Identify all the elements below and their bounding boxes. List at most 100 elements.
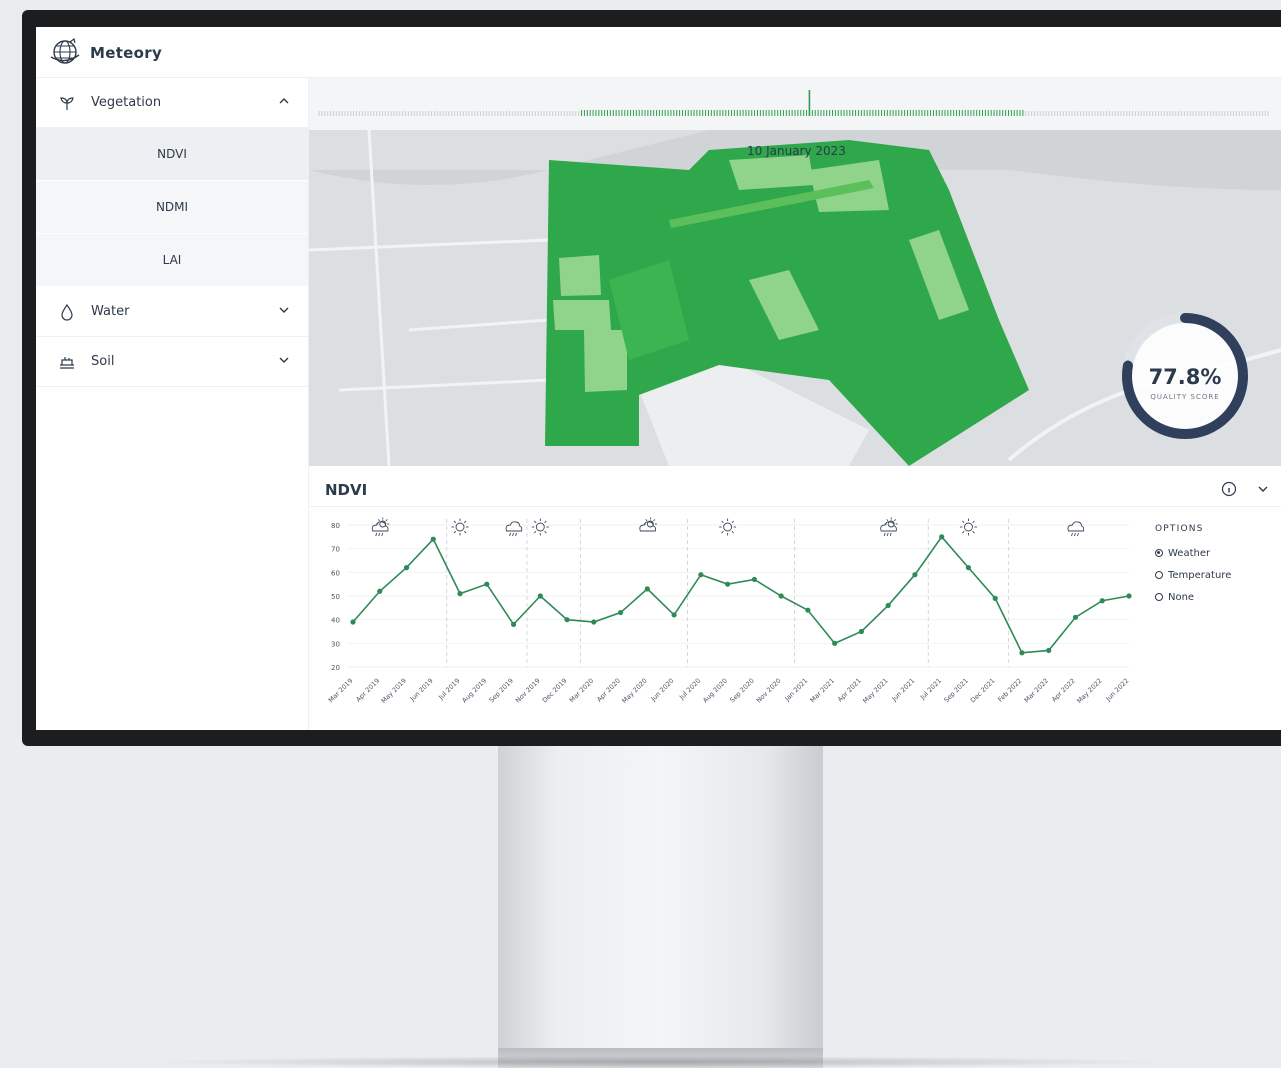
stand-shadow xyxy=(140,1056,1180,1068)
sun-icon xyxy=(959,518,977,536)
monitor-stand xyxy=(498,746,823,1068)
map-date-label: 10 January 2023 xyxy=(747,144,846,158)
ndvi-point[interactable] xyxy=(644,586,650,592)
ndvi-line-chart[interactable]: 20304050607080Mar 2019 Apr 2019May 2019 Ju… xyxy=(309,507,1139,730)
x-tick-label: Jun 2020 xyxy=(649,677,676,704)
ndvi-point[interactable] xyxy=(457,591,463,597)
sidebar-section-soil[interactable]: Soil xyxy=(36,337,308,387)
sidebar-section-water[interactable]: Water xyxy=(36,287,308,337)
ndvi-panel: NDVI 20 30 40 50 60 70 80 Mar 2019 Apr 2019 May 2… xyxy=(309,466,1281,730)
ndvi-point[interactable] xyxy=(1126,593,1132,599)
ndvi-point[interactable] xyxy=(1072,614,1079,620)
partly-cloudy-icon xyxy=(639,517,657,532)
y-tick-label: 80 xyxy=(331,522,340,530)
info-icon[interactable] xyxy=(1221,481,1237,497)
x-tick-label: Mar 2019 xyxy=(327,677,354,704)
option-temperature[interactable]: Temperature xyxy=(1155,564,1275,586)
x-tick-label: Apr 2021 xyxy=(836,677,863,704)
top-bar: Meteory xyxy=(36,27,1281,78)
x-tick-label: Aug 2020 xyxy=(701,677,729,705)
ndvi-point[interactable] xyxy=(1019,650,1025,656)
panel-title: NDVI xyxy=(325,481,368,499)
x-tick-label: Jul 2019 xyxy=(436,677,461,702)
x-tick-label: Dec 2019 xyxy=(541,677,569,705)
ndvi-point[interactable] xyxy=(484,581,490,587)
ndvi-point[interactable] xyxy=(832,640,838,646)
x-tick-label: Nov 2019 xyxy=(514,677,542,705)
chart-options: OPTIONS Weather Temperature None xyxy=(1155,524,1275,608)
y-tick-label: 70 xyxy=(331,546,340,554)
x-tick-label: Jan 2021 xyxy=(783,677,810,704)
soil-icon xyxy=(60,357,74,369)
water-drop-icon xyxy=(61,303,73,321)
x-tick-label: Nov 2020 xyxy=(755,677,783,705)
x-tick-label: Jun 2021 xyxy=(890,677,917,704)
chevron-up-icon[interactable] xyxy=(278,95,290,107)
x-tick-label: Feb 2022 xyxy=(996,677,1023,704)
sun-icon xyxy=(719,518,737,536)
y-tick-label: 50 xyxy=(331,593,340,601)
ndvi-point[interactable] xyxy=(965,565,972,571)
sidebar-item-lai[interactable]: LAI xyxy=(36,234,308,287)
option-label: Temperature xyxy=(1168,569,1232,581)
ndvi-point[interactable] xyxy=(992,595,998,601)
app-screen: Meteory Vegetation NDVI NDMI LAI Water S… xyxy=(36,27,1281,730)
ndvi-point[interactable] xyxy=(510,621,517,627)
ndvi-point[interactable] xyxy=(885,602,891,609)
ndvi-point[interactable] xyxy=(430,536,436,542)
sidebar-section-label: Soil xyxy=(91,354,115,369)
option-none[interactable]: None xyxy=(1155,586,1275,608)
y-tick-label: 20 xyxy=(331,664,340,672)
ndvi-point[interactable] xyxy=(537,593,543,599)
radio-icon[interactable] xyxy=(1155,571,1163,579)
option-label: Weather xyxy=(1168,547,1211,559)
ndvi-point[interactable] xyxy=(858,628,865,635)
ndvi-point[interactable] xyxy=(778,593,784,599)
globe-logo-icon xyxy=(50,37,80,64)
chevron-down-icon[interactable] xyxy=(278,354,290,366)
option-label: None xyxy=(1168,591,1195,603)
y-tick-label: 40 xyxy=(331,617,340,625)
ndvi-point[interactable] xyxy=(564,617,570,623)
x-tick-label: Apr 2022 xyxy=(1050,677,1077,704)
ndvi-point[interactable] xyxy=(591,619,597,625)
ndvi-point[interactable] xyxy=(1099,598,1105,604)
x-tick-label: Jul 2020 xyxy=(677,677,702,702)
radio-checked-icon[interactable] xyxy=(1155,549,1163,557)
timeline-ticks[interactable] xyxy=(309,78,1281,130)
ndvi-point[interactable] xyxy=(403,565,410,571)
ndvi-point[interactable] xyxy=(725,581,731,587)
ndvi-point[interactable] xyxy=(671,612,677,618)
x-tick-label: Mar 2020 xyxy=(568,677,595,704)
x-tick-label: Dec 2021 xyxy=(969,677,997,705)
field-map[interactable]: 10 January 2023 77.8% QUALITY SCORE xyxy=(309,130,1281,466)
chevron-down-icon[interactable] xyxy=(1257,483,1269,495)
radio-icon[interactable] xyxy=(1155,593,1163,601)
x-tick-label: Aug 2019 xyxy=(460,677,488,705)
sidebar-item-ndvi[interactable]: NDVI xyxy=(36,128,308,181)
date-timeline[interactable] xyxy=(309,78,1281,131)
quality-score-label: QUALITY SCORE xyxy=(1150,393,1220,401)
option-weather[interactable]: Weather xyxy=(1155,542,1275,564)
rain-cloud-icon xyxy=(505,521,523,537)
ndvi-point[interactable] xyxy=(751,576,757,583)
x-tick-label: Jul 2021 xyxy=(918,677,943,702)
sidebar: Vegetation NDVI NDMI LAI Water Soil xyxy=(36,78,309,730)
chevron-down-icon[interactable] xyxy=(278,304,290,316)
x-tick-label: Sep 2021 xyxy=(942,677,969,704)
ndvi-point[interactable] xyxy=(350,619,356,625)
options-title: OPTIONS xyxy=(1155,524,1204,534)
sun-icon xyxy=(451,518,469,536)
ndvi-point[interactable] xyxy=(939,534,945,540)
x-tick-label: Apr 2019 xyxy=(354,677,381,704)
ndvi-series-line xyxy=(352,535,1130,654)
ndvi-point[interactable] xyxy=(1046,647,1052,654)
ndvi-point[interactable] xyxy=(698,572,704,578)
ndvi-point[interactable] xyxy=(912,572,918,578)
ndvi-point[interactable] xyxy=(617,609,624,616)
app-brand: Meteory xyxy=(90,44,163,62)
sidebar-section-vegetation[interactable]: Vegetation xyxy=(36,78,308,128)
ndvi-point[interactable] xyxy=(805,607,811,613)
ndvi-point[interactable] xyxy=(377,588,383,594)
sidebar-item-ndmi[interactable]: NDMI xyxy=(36,181,308,234)
